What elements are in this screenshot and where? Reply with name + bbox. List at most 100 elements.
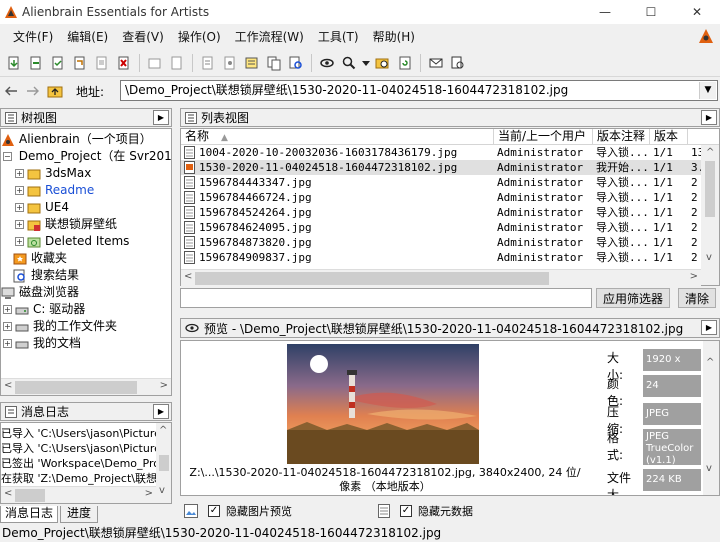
get-latest-icon[interactable]	[3, 52, 25, 74]
scroll-up-icon[interactable]: ^	[706, 357, 714, 368]
column-header-name[interactable]: 名称 ▲	[181, 129, 494, 144]
expand-toggle-icon[interactable]: +	[15, 186, 24, 195]
list-vertical-scrollbar[interactable]: ^ v	[701, 145, 719, 285]
log-panel-menu-icon[interactable]: ▶	[153, 404, 169, 419]
scroll-left-icon[interactable]: <	[184, 271, 192, 282]
tree-item-my-documents[interactable]: + 我的文档	[1, 335, 171, 352]
table-row[interactable]: 1004-2020-10-20032036-1603178436179.jpg A…	[181, 145, 719, 160]
tree-item-3dsmax[interactable]: + 3dsMax	[1, 165, 171, 182]
menu-edit[interactable]: 编辑(E)	[60, 28, 115, 45]
history-icon[interactable]	[144, 52, 166, 74]
scroll-right-icon[interactable]: >	[160, 380, 168, 391]
tree-panel-menu-icon[interactable]: ▶	[153, 110, 169, 125]
scroll-thumb[interactable]	[159, 455, 169, 471]
menu-operation[interactable]: 操作(O)	[171, 28, 228, 45]
tree-item-c-drive[interactable]: + C: 驱动器	[1, 301, 171, 318]
minimize-button[interactable]: —	[582, 0, 628, 24]
filter-input[interactable]	[180, 288, 592, 308]
tree-item-work-folder[interactable]: + 我的工作文件夹	[1, 318, 171, 335]
table-row[interactable]: 1596784909837.jpg Administrator 导入锁... 1/1 2	[181, 250, 719, 265]
up-folder-icon[interactable]	[44, 80, 66, 102]
menu-view[interactable]: 查看(V)	[115, 28, 171, 45]
compare-icon[interactable]	[285, 52, 307, 74]
find-dropdown-icon[interactable]	[360, 52, 372, 74]
scroll-thumb[interactable]	[705, 161, 715, 217]
scroll-up-icon[interactable]: ^	[706, 147, 714, 158]
properties-icon[interactable]	[166, 52, 188, 74]
tree-item-alienbrain[interactable]: Alienbrain（一个项目）	[1, 131, 171, 148]
expand-toggle-icon[interactable]: +	[15, 169, 24, 178]
import-icon[interactable]	[91, 52, 113, 74]
back-arrow-icon[interactable]	[0, 80, 22, 102]
menu-workflow[interactable]: 工作流程(W)	[228, 28, 311, 45]
view-icon[interactable]	[316, 52, 338, 74]
scroll-thumb[interactable]	[15, 381, 137, 394]
tree-item-demo-project[interactable]: − Demo_Project（在 Svr2012	[1, 148, 171, 165]
expand-toggle-icon[interactable]: +	[15, 220, 24, 229]
tree-item-readme[interactable]: + Readme	[1, 182, 171, 199]
table-row[interactable]: 1596784524264.jpg Administrator 导入锁... 1/1 2	[181, 205, 719, 220]
scroll-right-icon[interactable]: >	[690, 271, 698, 282]
tree-horizontal-scrollbar[interactable]: < >	[1, 378, 171, 395]
forward-arrow-icon[interactable]	[22, 80, 44, 102]
scroll-down-icon[interactable]: v	[706, 463, 712, 474]
log-vertical-scrollbar[interactable]: ^ v	[156, 423, 171, 503]
menu-help[interactable]: 帮助(H)	[366, 28, 422, 45]
expand-toggle-icon[interactable]: +	[15, 237, 24, 246]
table-row[interactable]: 1530-2020-11-04024518-1604472318102.jpg A…	[181, 160, 719, 175]
tab-message-log[interactable]: 消息日志	[0, 506, 59, 523]
tree-item-wallpapers[interactable]: + 联想锁屏壁纸	[1, 216, 171, 233]
scroll-right-icon[interactable]: >	[145, 488, 153, 499]
column-header-user[interactable]: 当前/上一个用户	[494, 129, 593, 144]
dependencies-icon[interactable]	[197, 52, 219, 74]
search-folder-icon[interactable]	[372, 52, 394, 74]
mail-icon[interactable]	[425, 52, 447, 74]
table-row[interactable]: 1596784443347.jpg Administrator 导入锁... 1/1 2	[181, 175, 719, 190]
list-horizontal-scrollbar[interactable]: < >	[181, 269, 701, 286]
tree-item-disk-browser[interactable]: 磁盘浏览器	[1, 284, 171, 301]
log-horizontal-scrollbar[interactable]: < >	[1, 486, 156, 503]
preview-panel-menu-icon[interactable]: ▶	[701, 320, 717, 335]
collapse-toggle-icon[interactable]: −	[3, 152, 12, 161]
scroll-up-icon[interactable]: ^	[159, 425, 167, 436]
scroll-down-icon[interactable]: v	[706, 252, 712, 263]
expand-toggle-icon[interactable]: +	[3, 322, 12, 331]
close-button[interactable]: ✕	[674, 0, 720, 24]
check-in-icon[interactable]	[47, 52, 69, 74]
tree-item-favorites[interactable]: 收藏夹	[1, 250, 171, 267]
maximize-button[interactable]: ☐	[628, 0, 674, 24]
undo-checkout-icon[interactable]	[69, 52, 91, 74]
column-header-version[interactable]: 版本	[650, 129, 688, 144]
scroll-thumb[interactable]	[195, 272, 549, 285]
address-field[interactable]: \Demo_Project\联想锁屏壁纸\1530-2020-11-040245…	[120, 80, 718, 101]
scroll-left-icon[interactable]: <	[4, 488, 12, 499]
menu-tools[interactable]: 工具(T)	[311, 28, 366, 45]
find-icon[interactable]	[338, 52, 360, 74]
delete-icon[interactable]	[113, 52, 135, 74]
scroll-down-icon[interactable]: v	[159, 485, 165, 496]
address-dropdown-icon[interactable]: ▼	[699, 82, 716, 99]
tree-item-deleted[interactable]: + Deleted Items	[1, 233, 171, 250]
print-preview-icon[interactable]	[447, 52, 469, 74]
table-row[interactable]: 1596784466724.jpg Administrator 导入锁... 1/1 2	[181, 190, 719, 205]
scroll-thumb[interactable]	[15, 489, 45, 502]
hide-preview-checkbox[interactable]: ✓	[208, 505, 220, 517]
menu-file[interactable]: 文件(F)	[6, 28, 60, 45]
preview-vertical-scrollbar[interactable]: ^ v	[703, 341, 719, 495]
list-panel-menu-icon[interactable]: ▶	[701, 110, 717, 125]
copy-icon[interactable]	[263, 52, 285, 74]
tree-item-ue4[interactable]: + UE4	[1, 199, 171, 216]
tab-progress[interactable]: 进度	[60, 506, 99, 523]
table-row[interactable]: 1596784624095.jpg Administrator 导入锁... 1/1 2	[181, 220, 719, 235]
clear-filter-button[interactable]: 清除	[678, 288, 716, 308]
refresh-icon[interactable]	[394, 52, 416, 74]
hide-metadata-checkbox[interactable]: ✓	[400, 505, 412, 517]
apply-filter-button[interactable]: 应用筛选器	[596, 288, 670, 308]
column-header-note[interactable]: 版本注释	[593, 129, 650, 144]
link-icon[interactable]	[219, 52, 241, 74]
expand-toggle-icon[interactable]: +	[3, 305, 12, 314]
tree-item-search-results[interactable]: 搜索结果	[1, 267, 171, 284]
table-row[interactable]: 1596784873820.jpg Administrator 导入锁... 1/1 2	[181, 235, 719, 250]
scroll-left-icon[interactable]: <	[4, 380, 12, 391]
expand-toggle-icon[interactable]: +	[3, 339, 12, 348]
